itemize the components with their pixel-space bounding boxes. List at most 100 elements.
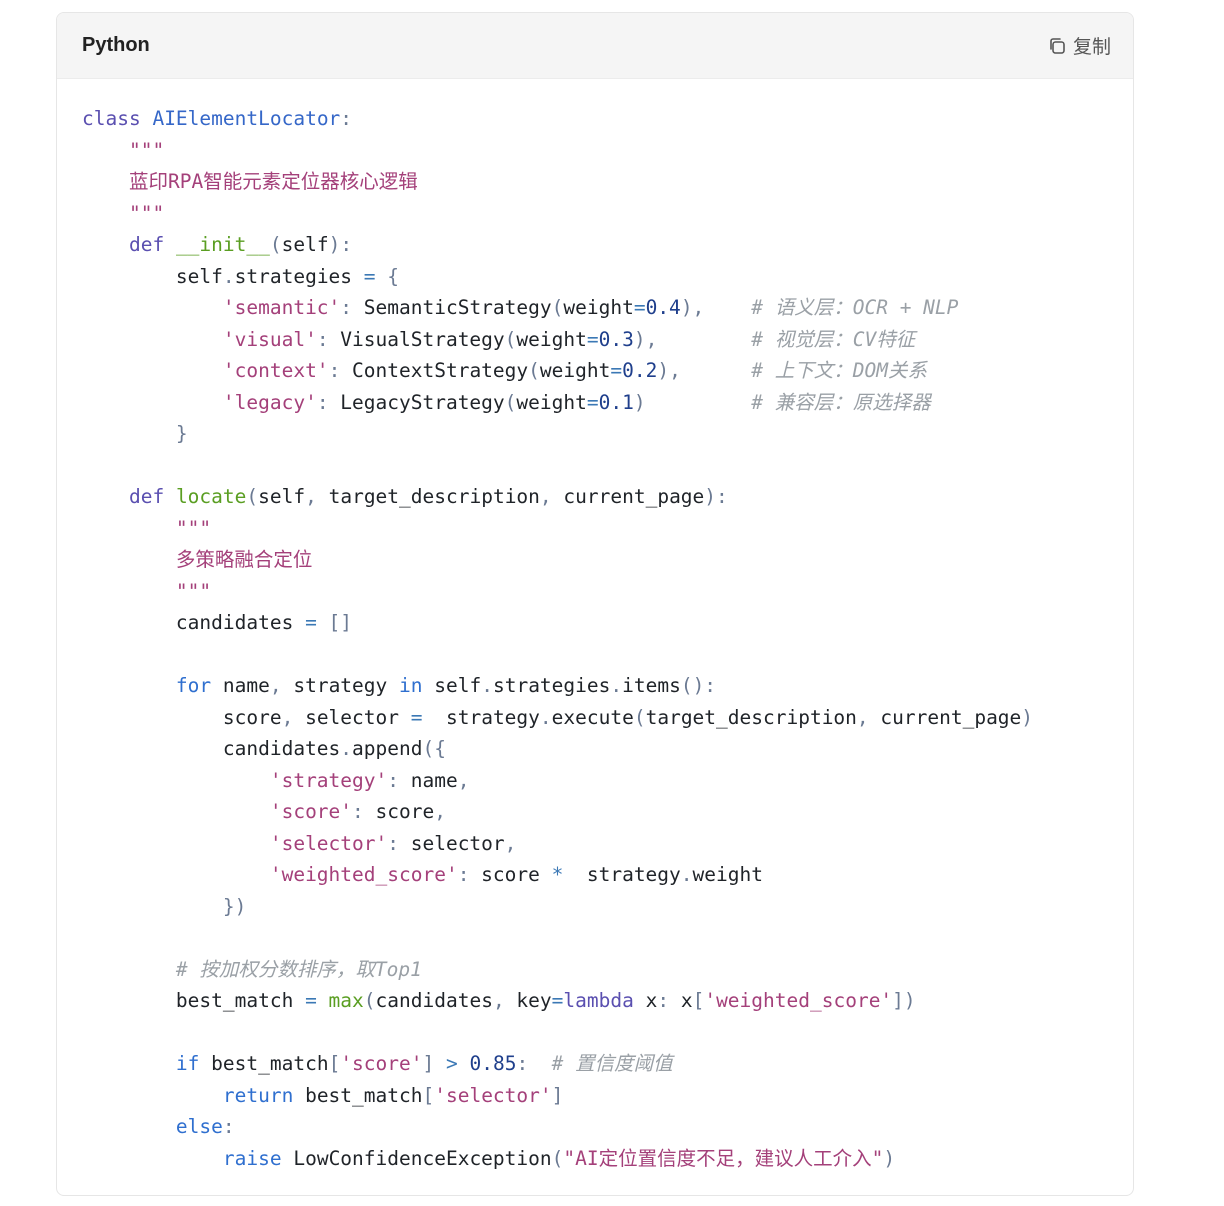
code-token: , xyxy=(856,705,881,729)
code-token: max xyxy=(316,989,364,1012)
code-token: ({ xyxy=(422,737,446,760)
code-token: 0.85 xyxy=(469,1052,517,1075)
code-token: = xyxy=(363,264,376,288)
code-line: for name, strategy in self.strategies.it… xyxy=(82,670,1133,702)
code-content: class AIElementLocator: """ 蓝印RPA智能元素定位器… xyxy=(57,79,1133,1174)
code-token: def xyxy=(128,233,176,256)
code-token: [ xyxy=(328,1052,341,1075)
code-token: , xyxy=(269,674,294,697)
code-token: > xyxy=(445,1052,470,1075)
code-block-header: Python 复制 xyxy=(57,13,1133,79)
code-line: def __init__(self): xyxy=(82,229,1133,261)
code-token: , xyxy=(305,485,329,508)
code-token: key xyxy=(516,989,552,1012)
code-token: # 上下文：DOM关系 xyxy=(751,359,927,382)
code-token: selector xyxy=(410,831,505,855)
code-line: def locate(self, target_description, cur… xyxy=(82,481,1133,513)
code-token: = xyxy=(586,327,599,351)
code-token: execute xyxy=(551,705,634,729)
code-token: (): xyxy=(680,674,717,697)
code-line: 'weighted_score': score * strategy.weigh… xyxy=(82,859,1133,891)
code-token: SemanticStrategy xyxy=(363,296,552,319)
code-line: # 按加权分数排序，取Top1 xyxy=(82,954,1133,986)
code-token: . xyxy=(340,737,353,760)
code-line: raise LowConfidenceException("AI定位置信度不足，… xyxy=(82,1143,1133,1175)
code-token: name xyxy=(222,674,270,697)
code-token: self xyxy=(82,264,223,288)
code-token: , xyxy=(434,800,446,823)
code-token: } xyxy=(175,422,188,445)
code-line: """ xyxy=(82,135,1133,167)
copy-label: 复制 xyxy=(1072,36,1111,58)
code-token: class xyxy=(82,107,153,130)
code-token: { xyxy=(375,264,400,288)
copy-button[interactable]: 复制 xyxy=(1047,32,1111,59)
code-token: weight xyxy=(516,390,587,414)
code-token: : xyxy=(316,327,341,351)
code-token: x xyxy=(680,989,693,1012)
code-token: score xyxy=(481,863,552,886)
code-line: """ xyxy=(82,513,1133,545)
code-token: self xyxy=(258,485,306,508)
code-token: = xyxy=(551,989,564,1012)
code-token: 多策略融合定位 xyxy=(175,548,313,571)
code-token: ( xyxy=(528,359,540,382)
code-token: """ xyxy=(175,579,212,603)
code-token: 'selector' xyxy=(269,831,388,855)
code-token: ( xyxy=(504,390,517,414)
code-token: : xyxy=(387,768,411,792)
code-token: ( xyxy=(551,1146,564,1170)
code-token: ( xyxy=(269,233,282,256)
code-token: best_match xyxy=(305,1083,423,1107)
code-token: self xyxy=(434,674,482,697)
code-token: 'strategy' xyxy=(269,768,388,792)
code-token: = xyxy=(410,705,423,729)
code-token: target_description xyxy=(328,485,540,508)
code-token: weight xyxy=(539,359,611,382)
code-token: , xyxy=(539,485,564,508)
code-token: ( xyxy=(246,485,259,508)
code-token: : xyxy=(316,390,341,414)
code-token: [ xyxy=(692,989,705,1012)
code-token: . xyxy=(610,674,623,697)
code-token: ] xyxy=(551,1083,564,1107)
language-label: Python xyxy=(82,34,150,56)
code-token: # 置信度阈值 xyxy=(551,1052,673,1075)
code-token: , xyxy=(457,768,470,792)
code-token: : xyxy=(222,1115,235,1138)
code-token: ), xyxy=(633,327,658,351)
code-token: ( xyxy=(633,705,646,729)
code-line: 'semantic': SemanticStrategy(weight=0.4)… xyxy=(82,292,1133,324)
code-token: lambda xyxy=(563,989,646,1012)
code-token: selector xyxy=(305,705,411,729)
code-token: else xyxy=(175,1115,223,1138)
code-token: = xyxy=(305,611,317,634)
code-token: [ xyxy=(422,1083,435,1107)
code-token: = xyxy=(305,989,317,1012)
code-token: 0.4 xyxy=(645,296,681,319)
code-token: ): xyxy=(328,233,353,256)
code-line: candidates = [] xyxy=(82,607,1133,639)
code-token: , xyxy=(504,831,517,855)
code-token: 'weighted_score' xyxy=(269,863,458,886)
code-line: 'context': ContextStrategy(weight=0.2), … xyxy=(82,355,1133,387)
code-token: ] xyxy=(422,1052,446,1075)
code-token: strategy xyxy=(563,863,681,886)
code-line: 多策略融合定位 xyxy=(82,544,1133,576)
